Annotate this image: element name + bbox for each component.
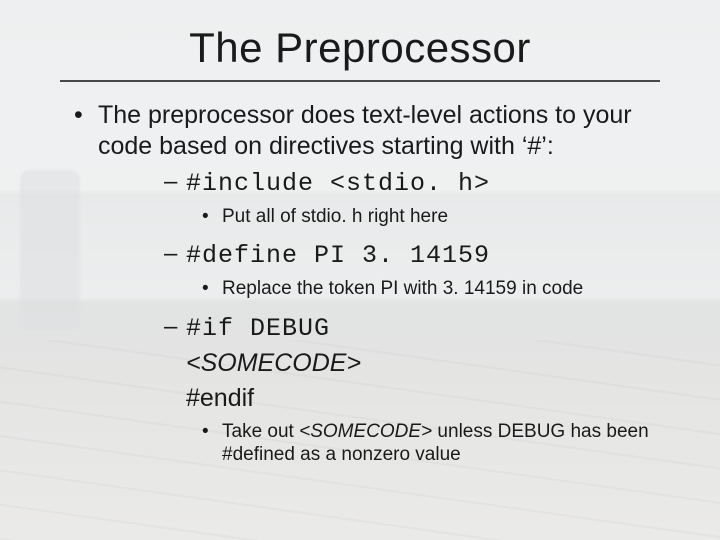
intro-text: The preprocessor does text-level actions… [98, 101, 632, 160]
directive-include: #include <stdio. h> Put all of stdio. h … [186, 167, 684, 235]
code-define: #define PI 3. 14159 [186, 241, 490, 270]
code-include: #include <stdio. h> [186, 169, 490, 198]
code-endif: #endif [186, 384, 254, 412]
if-note-ital: <SOMECODE> [299, 421, 432, 442]
if-note-list: Take out <SOMECODE> unless DEBUG has bee… [186, 415, 684, 475]
define-note: Replace the token PI with 3. 14159 in co… [216, 277, 684, 301]
title-underline [60, 80, 660, 82]
code-placeholder: <SOMECODE> [186, 349, 361, 377]
directive-endif-line: #endif Take out <SOMECODE> unless DEBUG … [186, 383, 684, 474]
slide-content: The Preprocessor The preprocessor does t… [0, 0, 720, 540]
if-note-pre: Take out [222, 421, 299, 442]
code-if: #if DEBUG [186, 314, 330, 343]
define-note-list: Replace the token PI with 3. 14159 in co… [186, 272, 684, 308]
include-note: Put all of stdio. h right here [216, 205, 684, 229]
directive-define: #define PI 3. 14159 Replace the token PI… [186, 239, 684, 307]
slide: The Preprocessor The preprocessor does t… [0, 0, 720, 540]
intro-bullet: The preprocessor does text-level actions… [36, 100, 684, 474]
include-note-list: Put all of stdio. h right here [186, 200, 684, 236]
directive-placeholder-line: <SOMECODE> [186, 348, 684, 379]
slide-title: The Preprocessor [36, 24, 684, 72]
if-note: Take out <SOMECODE> unless DEBUG has bee… [216, 420, 684, 468]
body-list: The preprocessor does text-level actions… [36, 100, 684, 474]
directive-list: #include <stdio. h> Put all of stdio. h … [98, 167, 684, 474]
directive-if: #if DEBUG [186, 312, 684, 345]
